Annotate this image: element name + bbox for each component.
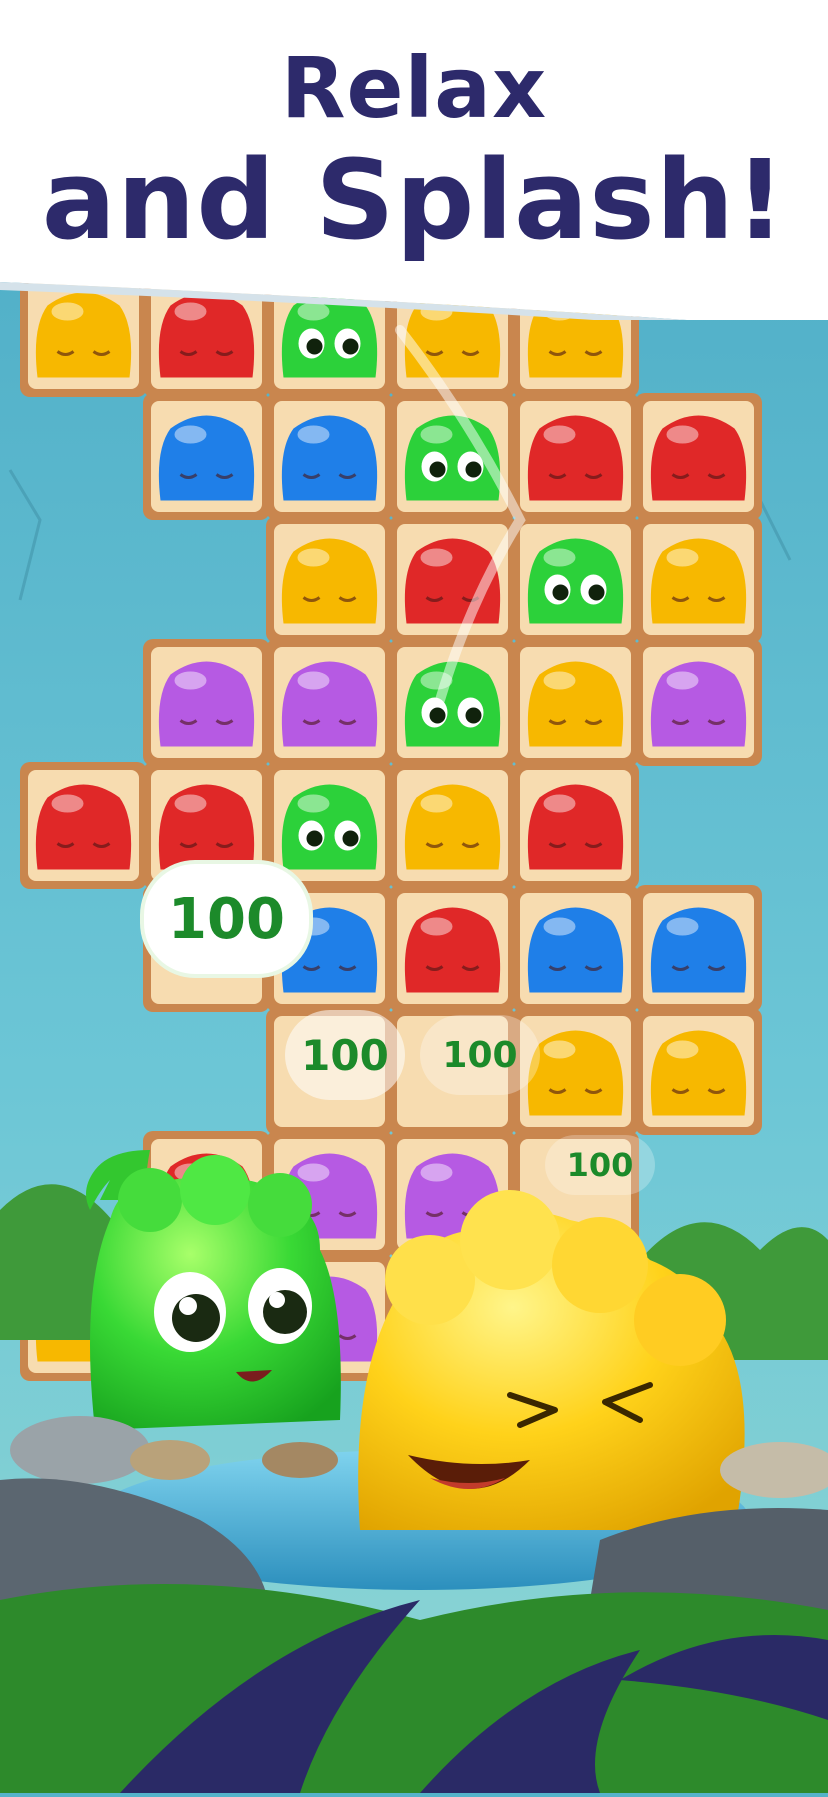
jelly-blue[interactable]	[650, 907, 747, 993]
jelly-purple[interactable]	[650, 661, 747, 747]
jelly-red[interactable]	[404, 907, 501, 993]
jelly-blue[interactable]	[281, 415, 378, 501]
jelly-yellow[interactable]	[527, 661, 624, 747]
jelly-red[interactable]	[35, 784, 132, 870]
jelly-yellow[interactable]	[650, 538, 747, 624]
jelly-blue[interactable]	[527, 907, 624, 993]
title-line-1: Relax	[280, 39, 548, 137]
green-jelly-character	[86, 1150, 341, 1430]
jelly-red[interactable]	[650, 415, 747, 501]
jelly-purple[interactable]	[158, 661, 255, 747]
score-popup: 100	[545, 1135, 655, 1195]
jelly-yellow[interactable]	[281, 538, 378, 624]
jelly-red[interactable]	[527, 784, 624, 870]
game-scene: Relax and Splash! 100 100 100 100	[0, 0, 828, 1793]
score-popup: 100	[420, 1015, 540, 1095]
score-popup: 100	[285, 1010, 405, 1100]
title-line-2: and Splash!	[41, 136, 787, 264]
jelly-yellow[interactable]	[404, 784, 501, 870]
jelly-green-face[interactable]	[527, 538, 624, 624]
jelly-blue[interactable]	[158, 415, 255, 501]
jelly-purple[interactable]	[281, 661, 378, 747]
jelly-red[interactable]	[527, 415, 624, 501]
jelly-yellow[interactable]	[650, 1030, 747, 1116]
jelly-green-face[interactable]	[281, 784, 378, 870]
score-popup: 100	[140, 860, 313, 978]
jelly-yellow[interactable]	[527, 1030, 624, 1116]
jelly-red[interactable]	[158, 784, 255, 870]
